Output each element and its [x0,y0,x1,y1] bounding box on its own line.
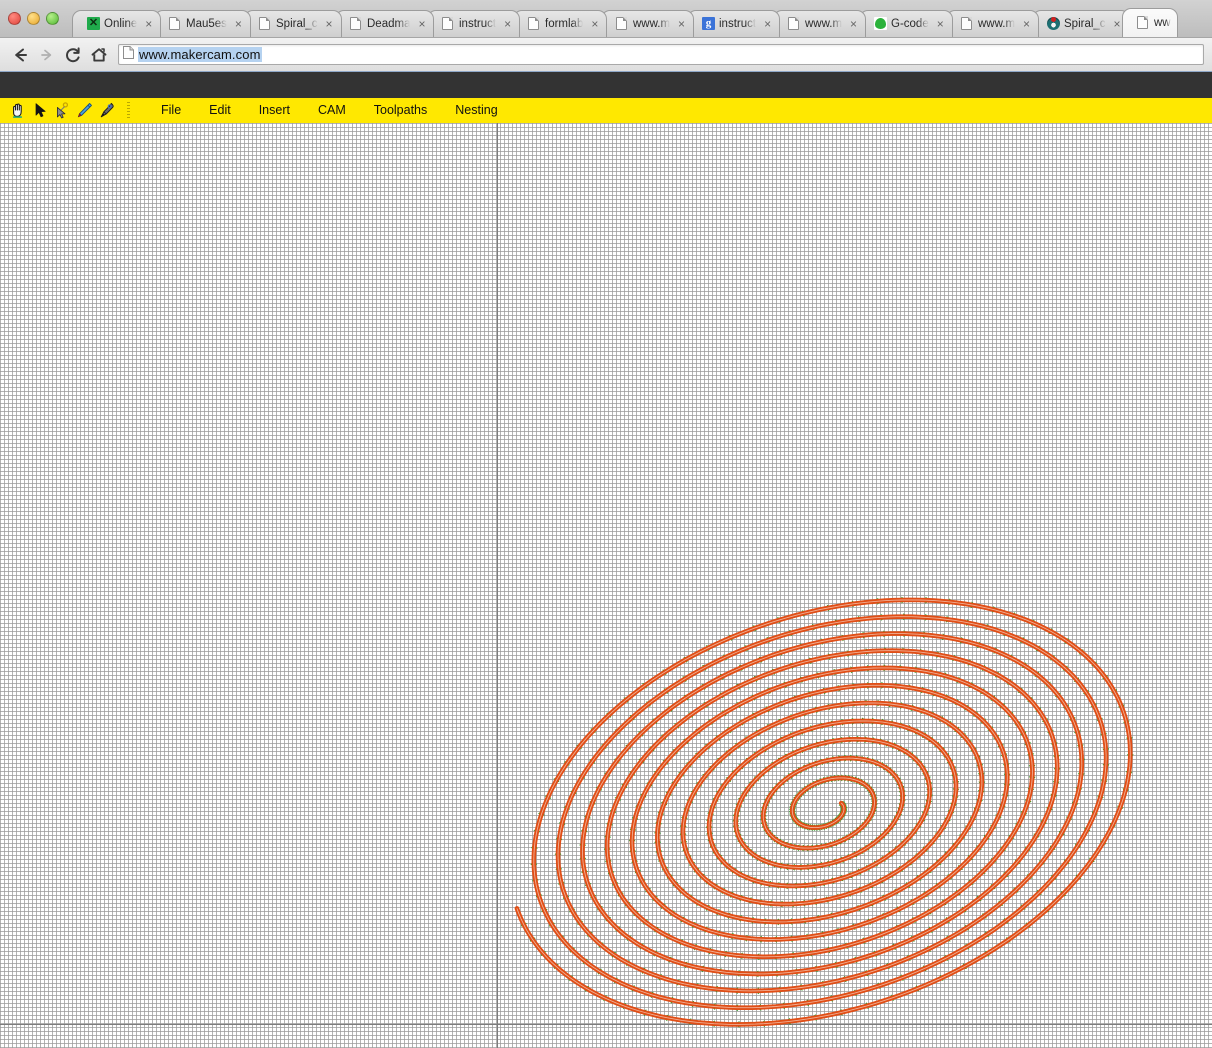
browser-tab[interactable]: instruct × [427,10,520,37]
tab-title: Spiral_c [1064,18,1106,30]
window-traffic-lights [8,12,59,25]
menu-items: FileEditInsertCAMToolpathsNesting [147,98,512,123]
back-icon[interactable] [8,42,34,68]
menu-item-nesting[interactable]: Nesting [441,98,511,123]
node-edit-tool-icon[interactable] [52,100,73,121]
browser-tab[interactable]: ww [1122,8,1178,37]
tab-close-icon[interactable]: × [416,18,427,30]
page-icon [169,17,182,31]
tab-title: www.m [978,18,1015,30]
tab-close-icon[interactable]: × [590,18,601,30]
tab-title: Online [104,18,137,30]
tab-title: Spiral_c [276,18,318,30]
home-icon[interactable] [86,42,112,68]
tab-title: www.m [805,18,842,30]
page-icon [350,17,363,31]
makercam-menubar: FileEditInsertCAMToolpathsNesting [0,98,1212,123]
browser-tab[interactable]: g instruct × [687,10,780,37]
toolbar-separator [127,102,130,119]
tab-close-icon[interactable]: × [848,18,859,30]
tab-title: ww [1154,17,1171,29]
tab-title: instruct [459,18,496,30]
tab-close-icon[interactable]: × [143,18,154,30]
browser-tab[interactable]: www.m × [773,10,866,37]
browser-tab[interactable]: www.m × [946,10,1039,37]
menu-item-edit[interactable]: Edit [195,98,245,123]
page-icon [123,46,134,64]
select-arrow-tool-icon[interactable] [30,100,51,121]
menu-item-toolpaths[interactable]: Toolpaths [360,98,442,123]
tab-close-icon[interactable]: × [502,18,513,30]
browser-window: Online×Mau5es×Spiral_c×Deadma×instruct×f… [0,0,1212,1048]
g-blue-icon: g [702,17,715,31]
x-green-icon [87,17,100,31]
browser-toolbar: www.makercam.com [0,38,1212,72]
tab-title: G-code [891,18,929,30]
window-minimize-button[interactable] [27,12,40,25]
tab-title: Mau5es [186,18,227,30]
tab-title: formlab [545,18,583,30]
tab-strip: Online×Mau5es×Spiral_c×Deadma×instruct×f… [0,0,1212,38]
window-zoom-button[interactable] [46,12,59,25]
address-bar-text: www.makercam.com [138,47,262,62]
green-blob-icon [874,17,887,31]
toolpath-centre-line [517,600,1130,1025]
page-icon [616,17,629,31]
menu-item-insert[interactable]: Insert [245,98,304,123]
tab-close-icon[interactable]: × [762,18,773,30]
tabs-container: Online×Mau5es×Spiral_c×Deadma×instruct×f… [72,0,1171,37]
tab-close-icon[interactable]: × [676,18,687,30]
tab-close-icon[interactable]: × [1111,18,1122,30]
browser-tab[interactable]: formlab × [513,10,607,37]
pan-hand-tool-icon[interactable] [8,100,29,121]
teal-circle-icon [1047,17,1060,31]
browser-tab[interactable]: Online × [72,10,161,37]
browser-tab[interactable]: G-code × [859,10,953,37]
tab-close-icon[interactable]: × [1021,18,1032,30]
tab-close-icon[interactable]: × [233,18,244,30]
design-canvas[interactable] [0,123,1212,1048]
browser-tab[interactable]: Deadma × [335,10,434,37]
forward-icon[interactable] [34,42,60,68]
tab-close-icon[interactable]: × [324,18,335,30]
tab-title: Deadma [367,18,410,30]
toolpath-cut-line [517,600,1130,1025]
browser-tab[interactable]: Spiral_c × [244,10,342,37]
window-close-button[interactable] [8,12,21,25]
pencil-tool-icon[interactable] [74,100,95,121]
menu-item-cam[interactable]: CAM [304,98,360,123]
browser-tab[interactable]: www.m × [601,10,694,37]
tab-close-icon[interactable]: × [935,18,946,30]
tab-title: instruct [719,18,756,30]
tab-title: www.m [633,18,670,30]
browser-tab[interactable]: Spiral_c × [1032,10,1130,37]
page-icon [1137,16,1150,30]
page-icon [259,17,272,31]
address-bar[interactable]: www.makercam.com [118,44,1204,65]
page-icon [528,17,541,31]
pen-tool-icon[interactable] [96,100,117,121]
spiral-toolpath-artwork[interactable] [0,123,1212,1048]
menu-item-file[interactable]: File [147,98,195,123]
page-icon [442,17,455,31]
tool-palette [0,100,137,121]
page-header-strip [0,72,1212,98]
page-icon [961,17,974,31]
page-icon [788,17,801,31]
browser-tab[interactable]: Mau5es × [154,10,251,37]
reload-icon[interactable] [60,42,86,68]
